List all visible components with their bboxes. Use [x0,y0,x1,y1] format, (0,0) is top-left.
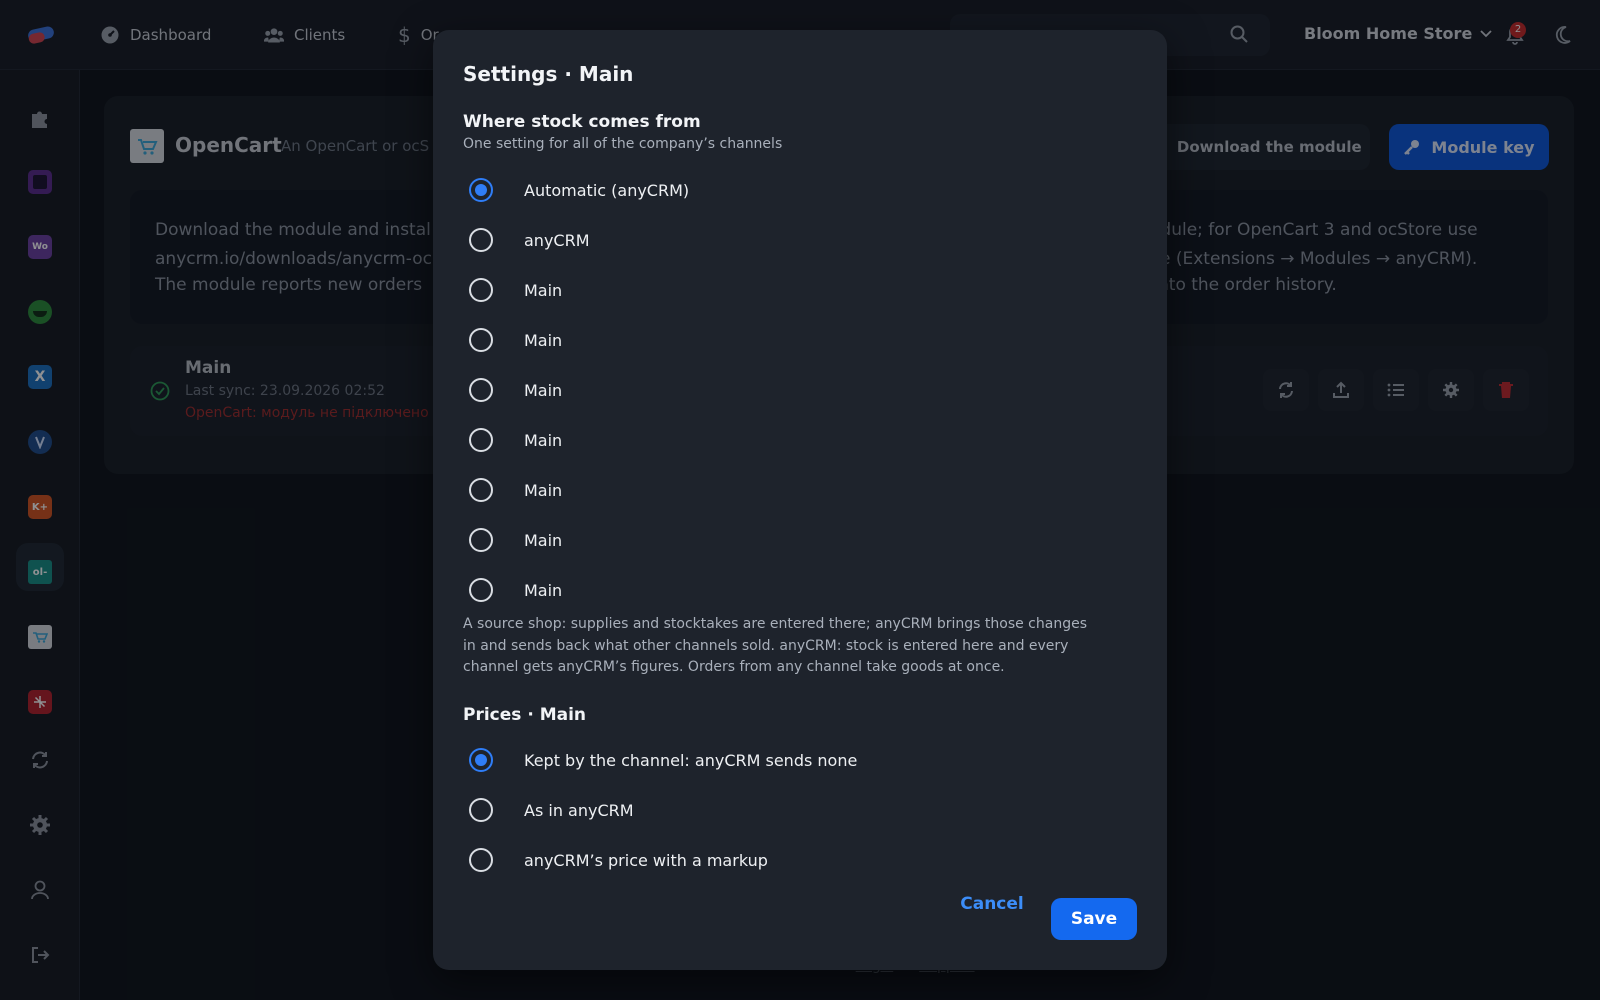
stock-option-label: anyCRM [524,230,590,250]
stock-source-note: A source shop: supplies and stocktakes a… [463,614,1135,679]
prices-heading: Prices · Main [463,705,587,725]
stock-option[interactable]: Main [469,325,562,355]
stock-option[interactable]: Automatic (anyCRM) [469,175,689,205]
price-option[interactable]: Kept by the channel: anyCRM sends none [469,745,857,775]
stock-option-label: Main [524,530,563,550]
stock-option-label: Main [524,580,563,600]
settings-modal: Settings · Main Where stock comes from O… [433,30,1167,970]
stock-option-label: Main [524,380,563,400]
stock-option-label: Automatic (anyCRM) [524,180,690,200]
stock-option[interactable]: Main [469,575,562,605]
stock-option-label: Main [524,330,563,350]
stock-option-label: Main [524,480,563,500]
save-button[interactable]: Save [1051,898,1137,940]
radio-button[interactable] [469,478,493,502]
radio-button[interactable] [469,578,493,602]
radio-button[interactable] [469,328,493,352]
radio-button-checked[interactable] [469,178,493,202]
price-option-label: As in anyCRM [524,800,634,820]
stock-option[interactable]: Main [469,275,562,305]
price-option-label: Kept by the channel: anyCRM sends none [524,750,858,770]
stock-option-label: Main [524,280,563,300]
stock-option[interactable]: Main [469,525,562,555]
stock-source-subheading: One setting for all of the company’s cha… [463,136,783,152]
note-line: in and sends back what other channels so… [463,637,1069,654]
stock-option[interactable]: Main [469,475,562,505]
radio-button[interactable] [469,848,493,872]
radio-button[interactable] [469,528,493,552]
radio-button[interactable] [469,428,493,452]
price-option[interactable]: anyCRM’s price with a markup [469,845,768,875]
stock-option[interactable]: anyCRM [469,225,590,255]
radio-button-checked[interactable] [469,748,493,772]
radio-button[interactable] [469,228,493,252]
stock-option[interactable]: Main [469,375,562,405]
price-option[interactable]: As in anyCRM [469,795,634,825]
radio-button[interactable] [469,798,493,822]
cancel-button[interactable]: Cancel [939,883,1045,925]
stock-option[interactable]: Main [469,425,562,455]
radio-button[interactable] [469,278,493,302]
note-line: channel gets anyCRM’s figures. Orders fr… [463,659,1005,675]
stock-option-label: Main [524,430,563,450]
stock-source-heading: Where stock comes from [463,112,701,132]
price-option-label: anyCRM’s price with a markup [524,850,768,870]
note-line: A source shop: supplies and stocktakes a… [463,616,1087,632]
modal-title: Settings · Main [463,62,634,86]
radio-button[interactable] [469,378,493,402]
